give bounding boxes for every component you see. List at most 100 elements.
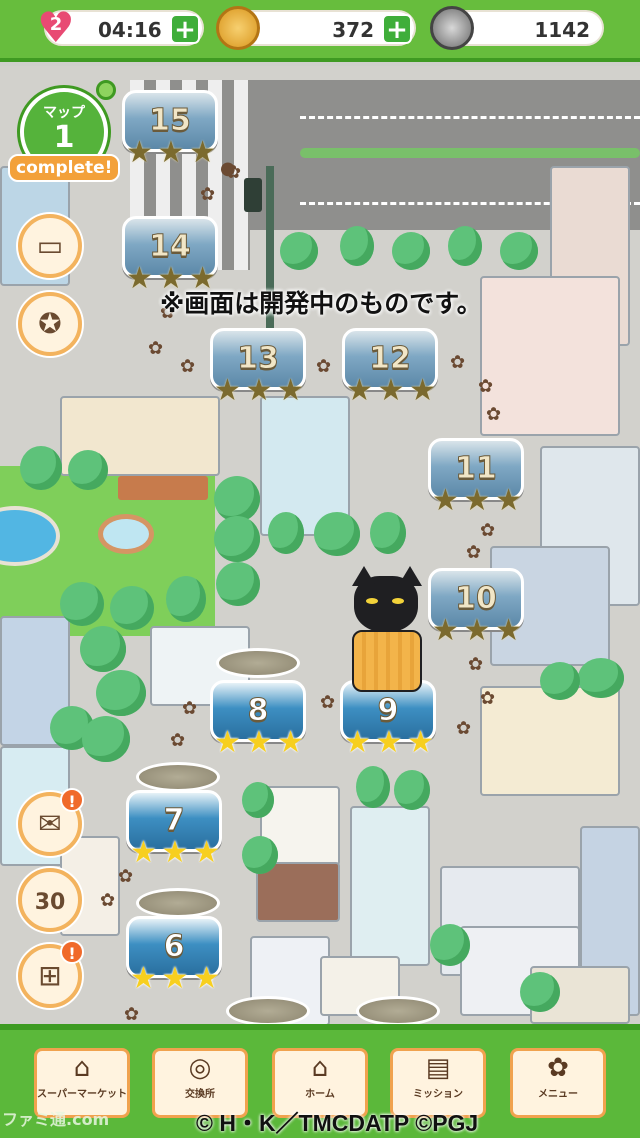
tree [520, 972, 560, 1012]
stage-map[interactable]: ● ✿ ✿ ✿ ✿ ✿ ✿ ✿ ✿ ✿ ✿ ✿ ✿ ✿ ✿ ✿ ✿ ✿ ✿ ✿ … [0, 66, 640, 1026]
road-marking [300, 116, 640, 120]
lives-count: 2 [49, 14, 63, 35]
stage-node[interactable]: 8 ★ ★ ★ [210, 680, 306, 758]
add-coins-button[interactable]: + [382, 14, 412, 44]
tree [430, 924, 470, 966]
paw-print: ✿ [480, 688, 496, 709]
nav-menu-button[interactable]: ✿ メニュー [510, 1048, 606, 1118]
book-button[interactable]: ▭ [18, 214, 82, 278]
paw-print: ✿ [456, 718, 472, 739]
stage-number: 9 [377, 693, 399, 729]
open-can-lid [226, 996, 310, 1026]
stage-node[interactable]: 6 ★ ★ ★ [126, 916, 222, 994]
tree [96, 670, 146, 716]
paw-print: ✿ [478, 376, 494, 397]
tree [60, 582, 104, 626]
tree [268, 512, 304, 554]
stage-node[interactable]: 11 ★ ★ ★ [428, 438, 524, 516]
paw-print: ✿ [182, 698, 198, 719]
favorites-button[interactable]: ✪ [18, 292, 82, 356]
open-can-lid [136, 888, 220, 918]
tree [80, 626, 126, 672]
life-timer: 04:16 [98, 18, 162, 42]
bottom-nav: ⌂ スーパーマーケット ◎ 交換所 ⌂ ホーム ▤ ミッション ✿ メニュー フ… [0, 1024, 640, 1138]
nav-label: ホーム [305, 1089, 335, 1100]
watermark: ファミ通.com [2, 1110, 110, 1129]
star-icon: ★ [407, 725, 434, 760]
tree [280, 232, 318, 270]
tree [314, 512, 360, 556]
stage-number: 8 [247, 693, 269, 729]
fountain [98, 514, 154, 554]
tree [20, 446, 62, 490]
stage-number: 11 [455, 451, 498, 487]
daily-bonus-button[interactable]: 30 [18, 868, 82, 932]
cat-calendar-icon: 30 [34, 890, 66, 915]
tree [82, 716, 130, 762]
tree [110, 586, 154, 630]
tree [370, 512, 406, 554]
can-count: 1142 [534, 18, 590, 42]
stage-number: 7 [163, 803, 185, 839]
building [350, 806, 430, 966]
status-bar: 04:16 + ♥ 2 372 + 1142 [0, 0, 640, 62]
tree [166, 576, 206, 622]
stage-number: 13 [237, 341, 280, 377]
stage-node[interactable]: 12 ★ ★ ★ [342, 328, 438, 406]
stage-stars: ★ ★ ★ [130, 964, 220, 994]
open-can-lid [356, 996, 440, 1026]
star-icon: ★ [245, 725, 273, 760]
star-icon: ★ [130, 961, 157, 996]
nav-label: ミッション [413, 1089, 463, 1100]
tree [216, 562, 260, 606]
can-token-icon [430, 6, 474, 50]
paw-print: ✿ [320, 692, 336, 713]
add-lives-button[interactable]: + [170, 14, 200, 44]
tree [500, 232, 538, 270]
star-icon: ★ [344, 725, 371, 760]
stage-number: 14 [149, 229, 192, 265]
exchange-icon: ◎ [188, 1053, 212, 1083]
gift-icon: ⊞ [38, 959, 62, 992]
tree [540, 662, 580, 700]
book-icon: ▭ [36, 229, 64, 262]
star-icon: ★ [495, 613, 522, 648]
stage-node[interactable]: 7 ★ ★ ★ [126, 790, 222, 868]
gift-button[interactable]: ⊞! [18, 940, 84, 1008]
star-icon: ★ [377, 373, 405, 408]
clipboard-icon: ▤ [425, 1053, 451, 1083]
paw-print: ✿ [450, 352, 466, 373]
paw-print: ✿ [200, 184, 216, 205]
stage-node[interactable]: 10 ★ ★ ★ [428, 568, 524, 646]
stage-number: 12 [369, 341, 412, 377]
stage-node[interactable]: 14 ★ ★ ★ [122, 216, 218, 294]
star-icon: ★ [409, 373, 436, 408]
store-icon: ⌂ [73, 1053, 91, 1083]
paw-print: ✿ [124, 1004, 140, 1025]
dev-notice: ※画面は開発中のものです。 [160, 289, 482, 318]
mail-button[interactable]: ✉! [18, 788, 84, 856]
paw-print: ✿ [100, 890, 116, 911]
nav-label: 交換所 [185, 1089, 215, 1100]
star-icon: ★ [214, 725, 241, 760]
stage-node[interactable]: 15 ★ ★ ★ [122, 90, 218, 168]
stage-stars: ★ ★ ★ [130, 838, 220, 868]
tree [214, 516, 260, 562]
star-icon: ★ [161, 961, 189, 996]
cat-player-avatar [346, 566, 432, 696]
complete-label: complete! [8, 154, 121, 182]
star-icon: ★ [189, 135, 216, 170]
stage-stars: ★ ★ ★ [432, 486, 522, 516]
star-icon: ★ [126, 135, 153, 170]
gift-alert-badge: ! [60, 940, 84, 964]
home-icon: ⌂ [311, 1053, 329, 1083]
traffic-light [244, 178, 262, 212]
tree [340, 226, 374, 266]
copyright: © H・K／TMCDATP ©PGJ [196, 1110, 479, 1136]
tree [578, 658, 624, 698]
star-icon: ★ [157, 135, 185, 170]
paw-print: ✿ [148, 338, 164, 359]
stage-node[interactable]: 13 ★ ★ ★ [210, 328, 306, 406]
paw-icon: ✿ [547, 1053, 569, 1083]
open-can-lid [216, 648, 300, 678]
